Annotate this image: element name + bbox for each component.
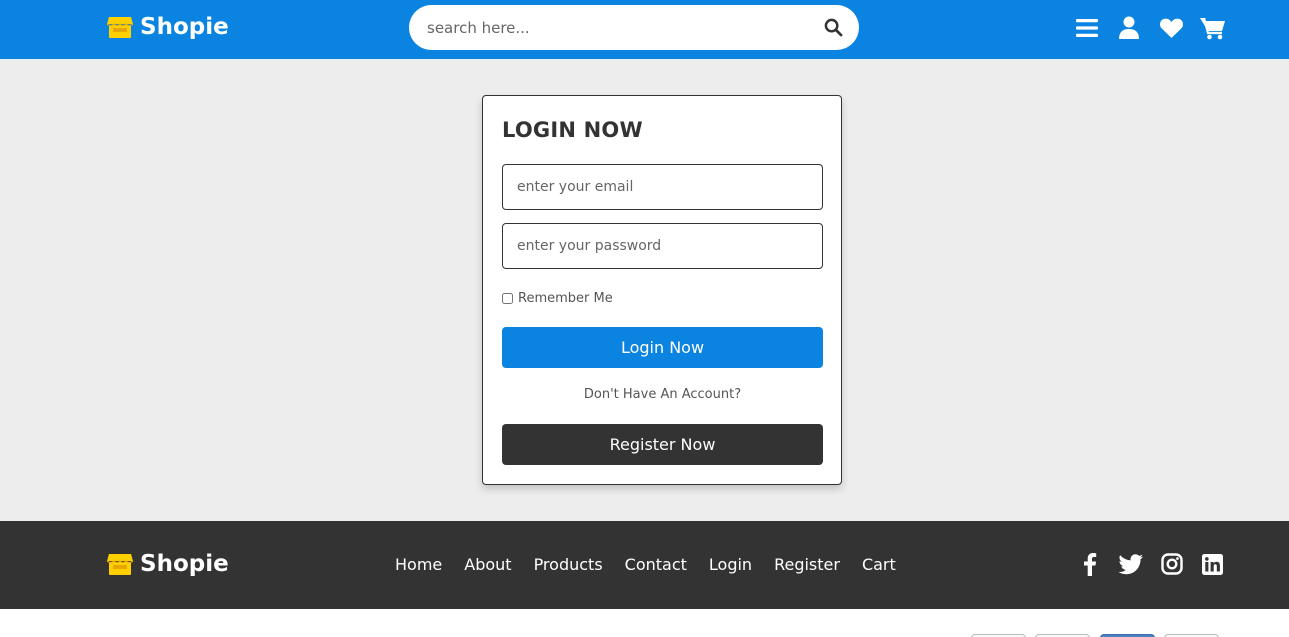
login-title: LOGIN NOW [502, 118, 643, 142]
user-icon[interactable] [1108, 14, 1150, 42]
footer-nav: Home About Products Contact Login Regist… [395, 555, 896, 574]
footer-brand-name: Shopie [140, 551, 229, 577]
footer-link-products[interactable]: Products [534, 555, 603, 574]
header-actions [1066, 14, 1234, 42]
store-icon [106, 554, 134, 575]
footer-link-cart[interactable]: Cart [862, 555, 896, 574]
linkedin-icon[interactable] [1199, 551, 1226, 577]
footer-link-home[interactable]: Home [395, 555, 442, 574]
top-header: Shopie [0, 0, 1289, 59]
remember-label: Remember Me [518, 291, 613, 306]
social-links [1076, 551, 1226, 577]
footer-brand-logo[interactable]: Shopie [106, 551, 229, 577]
password-field[interactable] [502, 223, 823, 269]
cart-icon[interactable] [1192, 14, 1234, 42]
login-button[interactable]: Login Now [502, 327, 823, 368]
menu-icon[interactable] [1066, 14, 1108, 42]
remember-me[interactable]: Remember Me [502, 291, 613, 306]
heart-icon[interactable] [1150, 14, 1192, 42]
register-button[interactable]: Register Now [502, 424, 823, 465]
twitter-icon[interactable] [1117, 551, 1144, 577]
login-form: LOGIN NOW Remember Me Login Now Don't Ha… [482, 95, 842, 485]
search-icon[interactable] [821, 16, 845, 40]
brand-logo[interactable]: Shopie [106, 14, 229, 40]
no-account-text: Don't Have An Account? [583, 387, 742, 402]
brand-name: Shopie [140, 14, 229, 40]
search-input[interactable] [427, 18, 821, 37]
footer-link-contact[interactable]: Contact [625, 555, 687, 574]
footer-link-login[interactable]: Login [709, 555, 752, 574]
remember-checkbox[interactable] [502, 293, 513, 304]
facebook-icon[interactable] [1076, 551, 1103, 577]
instagram-icon[interactable] [1158, 551, 1185, 577]
store-icon [106, 17, 134, 38]
bottom-strip [0, 609, 1289, 637]
email-field[interactable] [502, 164, 823, 210]
search-bar [409, 5, 859, 50]
footer: Shopie Home About Products Contact Login… [0, 521, 1289, 609]
footer-link-about[interactable]: About [464, 555, 511, 574]
footer-link-register[interactable]: Register [774, 555, 840, 574]
